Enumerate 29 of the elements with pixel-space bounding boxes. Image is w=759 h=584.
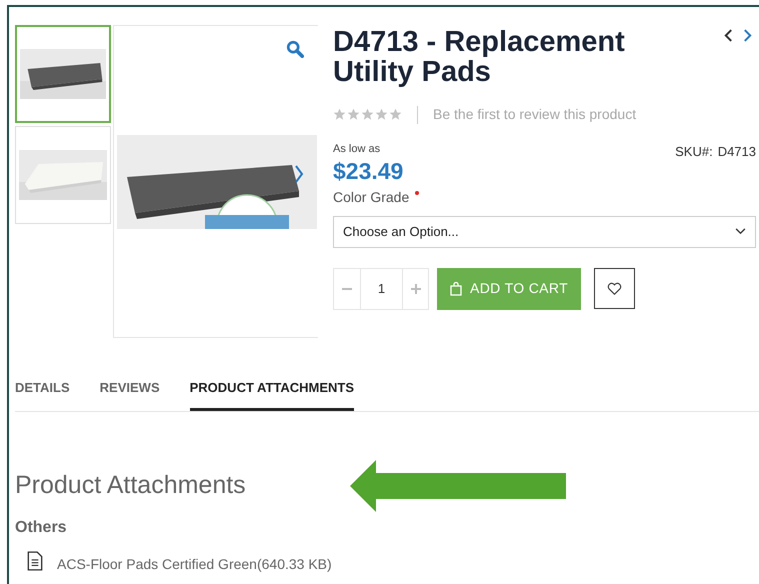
star-icon bbox=[333, 108, 346, 121]
option-select[interactable]: Choose an Option... bbox=[333, 216, 756, 248]
sku-label: SKU#: bbox=[675, 143, 713, 161]
wishlist-button[interactable] bbox=[594, 268, 635, 309]
tab[interactable]: PRODUCT ATTACHMENTS bbox=[190, 378, 354, 410]
arrow-icon bbox=[350, 460, 566, 512]
star-icon bbox=[375, 108, 388, 121]
section-heading: Product Attachments bbox=[15, 470, 247, 501]
heart-icon bbox=[607, 282, 622, 296]
star-icon bbox=[361, 108, 374, 121]
minus-icon bbox=[342, 288, 352, 290]
tab[interactable]: REVIEWS bbox=[100, 378, 160, 410]
price-label: As low as bbox=[333, 142, 382, 157]
attachment-link[interactable]: ACS-Floor Pads Certified Green(640.33 KB) bbox=[57, 554, 332, 574]
search-icon[interactable] bbox=[286, 40, 304, 58]
star-icon bbox=[389, 108, 402, 121]
price: $23.49 bbox=[333, 158, 404, 184]
group-heading: Others bbox=[15, 518, 68, 538]
chevron-down-icon bbox=[735, 228, 746, 235]
option-label: Color Grade bbox=[333, 188, 410, 206]
quantity-field[interactable]: 1 bbox=[361, 268, 402, 310]
document-icon bbox=[27, 551, 43, 571]
star-icon bbox=[347, 108, 360, 121]
sku-value: D4713 bbox=[718, 143, 756, 161]
product-title: D4713 - Replacement Utility Pads bbox=[333, 27, 626, 87]
tab[interactable]: DETAILS bbox=[15, 378, 70, 410]
plus-icon bbox=[410, 284, 420, 294]
shopping-bag-icon bbox=[450, 282, 462, 296]
thumbnail[interactable] bbox=[15, 25, 111, 123]
